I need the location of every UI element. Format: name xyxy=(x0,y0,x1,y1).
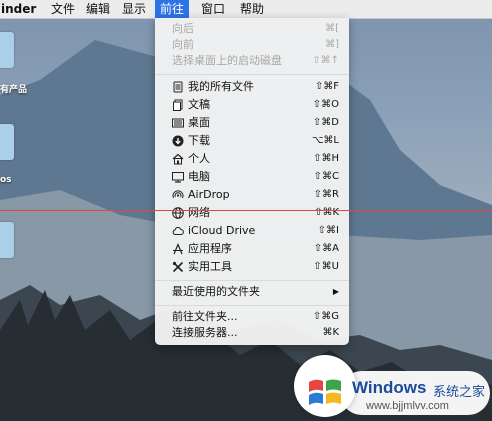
submenu-arrow-icon: ▶ xyxy=(332,287,339,296)
menu-item-desktop[interactable]: 桌面 ⇧⌘D xyxy=(155,114,349,132)
menu-finder[interactable]: inder xyxy=(0,0,40,18)
menu-item-shortcut: ⌥⌘L xyxy=(311,135,339,146)
watermark-url: www.bjjmlvv.com xyxy=(366,400,449,412)
menu-item-label: 应用程序 xyxy=(188,242,232,255)
menu-item-label: 桌面 xyxy=(188,116,210,129)
watermark-subtitle: 系统之家 xyxy=(433,385,486,400)
menu-item-label: 网络 xyxy=(188,206,210,219)
home-icon xyxy=(172,153,184,165)
menu-item-shortcut: ⇧⌘I xyxy=(317,225,339,236)
menu-item-label: 选择桌面上的启动磁盘 xyxy=(172,54,282,67)
menu-item-label: 最近使用的文件夹 xyxy=(172,285,260,298)
menu-item-icloud-drive[interactable]: iCloud Drive ⇧⌘I xyxy=(155,222,349,240)
menu-item-home[interactable]: 个人 ⇧⌘H xyxy=(155,150,349,168)
network-icon xyxy=(172,207,184,219)
menu-separator xyxy=(155,280,349,281)
menu-separator xyxy=(155,305,349,306)
menu-item-shortcut: ⇧⌘O xyxy=(312,99,339,110)
menu-item-startup-disk[interactable]: 选择桌面上的启动磁盘 ⇧⌘↑ xyxy=(155,52,349,70)
menu-item-label: AirDrop xyxy=(188,188,230,201)
desktop-item-label: os xyxy=(0,175,12,185)
menu-item-shortcut: ⇧⌘U xyxy=(313,261,339,272)
menu-item-network[interactable]: 网络 ⇧⌘K xyxy=(155,204,349,222)
menu-item-documents[interactable]: 文稿 ⇧⌘O xyxy=(155,96,349,114)
menu-item-label: 下载 xyxy=(188,134,210,147)
menu-view[interactable]: 显示 xyxy=(116,0,152,18)
menu-item-shortcut: ⇧⌘↑ xyxy=(312,55,339,66)
menu-bar: inder 文件 编辑 显示 前往 窗口 帮助 xyxy=(0,0,492,19)
menu-item-shortcut: ⇧⌘R xyxy=(313,189,339,200)
menu-item-downloads[interactable]: 下载 ⌥⌘L xyxy=(155,132,349,150)
windows-logo-icon xyxy=(309,379,341,405)
download-icon xyxy=(172,135,184,147)
watermark-title: Windows xyxy=(352,378,427,397)
menu-help[interactable]: 帮助 xyxy=(234,0,270,18)
documents-icon xyxy=(173,99,183,111)
airdrop-icon xyxy=(172,190,184,199)
menu-item-shortcut: ⇧⌘D xyxy=(312,117,339,128)
menu-item-shortcut: ⇧⌘H xyxy=(313,153,339,164)
computer-icon xyxy=(172,172,184,183)
menu-item-shortcut: ⇧⌘C xyxy=(313,171,339,182)
menu-item-utilities[interactable]: 实用工具 ⇧⌘U xyxy=(155,258,349,276)
menu-item-label: iCloud Drive xyxy=(188,224,256,237)
menu-edit[interactable]: 编辑 xyxy=(80,0,116,18)
menu-item-label: 电脑 xyxy=(188,170,210,183)
menu-window[interactable]: 窗口 xyxy=(195,0,231,18)
go-menu-dropdown: 向后 ⌘[ 向前 ⌘] 选择桌面上的启动磁盘 ⇧⌘↑ 我的所有文件 ⇧⌘F 文稿… xyxy=(155,18,349,345)
menu-item-label: 个人 xyxy=(188,152,210,165)
menu-item-label: 实用工具 xyxy=(188,260,232,273)
annotation-line xyxy=(0,210,492,211)
menu-item-shortcut: ⇧⌘A xyxy=(313,243,339,254)
menu-file[interactable]: 文件 xyxy=(45,0,81,18)
menu-item-label: 我的所有文件 xyxy=(188,80,254,93)
applications-icon xyxy=(173,243,183,255)
desktop-folder-icon[interactable] xyxy=(0,222,14,258)
menu-item-computer[interactable]: 电脑 ⇧⌘C xyxy=(155,168,349,186)
all-my-files-icon xyxy=(173,81,183,93)
utilities-icon xyxy=(172,261,184,273)
menu-item-label: 连接服务器... xyxy=(172,326,238,339)
menu-item-all-my-files[interactable]: 我的所有文件 ⇧⌘F xyxy=(155,78,349,96)
menu-item-connect-server[interactable]: 连接服务器... ⌘K xyxy=(155,324,349,342)
desktop-item-label: 有产品 xyxy=(0,85,28,95)
menu-item-shortcut: ⇧⌘F xyxy=(314,81,339,92)
desktop-folder-icon[interactable] xyxy=(0,124,14,160)
menu-item-shortcut: ⌘K xyxy=(322,327,339,338)
cloud-icon xyxy=(172,226,184,235)
menu-item-recent-folders[interactable]: 最近使用的文件夹 ▶ xyxy=(155,283,349,301)
desktop-icon xyxy=(172,118,184,128)
desktop-folder-icon[interactable] xyxy=(0,32,14,68)
menu-go[interactable]: 前往 xyxy=(155,0,190,18)
menu-separator xyxy=(155,74,349,75)
menu-item-label: 文稿 xyxy=(188,98,210,111)
menu-item-applications[interactable]: 应用程序 ⇧⌘A xyxy=(155,240,349,258)
menu-item-shortcut: ⇧⌘K xyxy=(314,207,339,218)
menu-item-airdrop[interactable]: AirDrop ⇧⌘R xyxy=(155,186,349,204)
